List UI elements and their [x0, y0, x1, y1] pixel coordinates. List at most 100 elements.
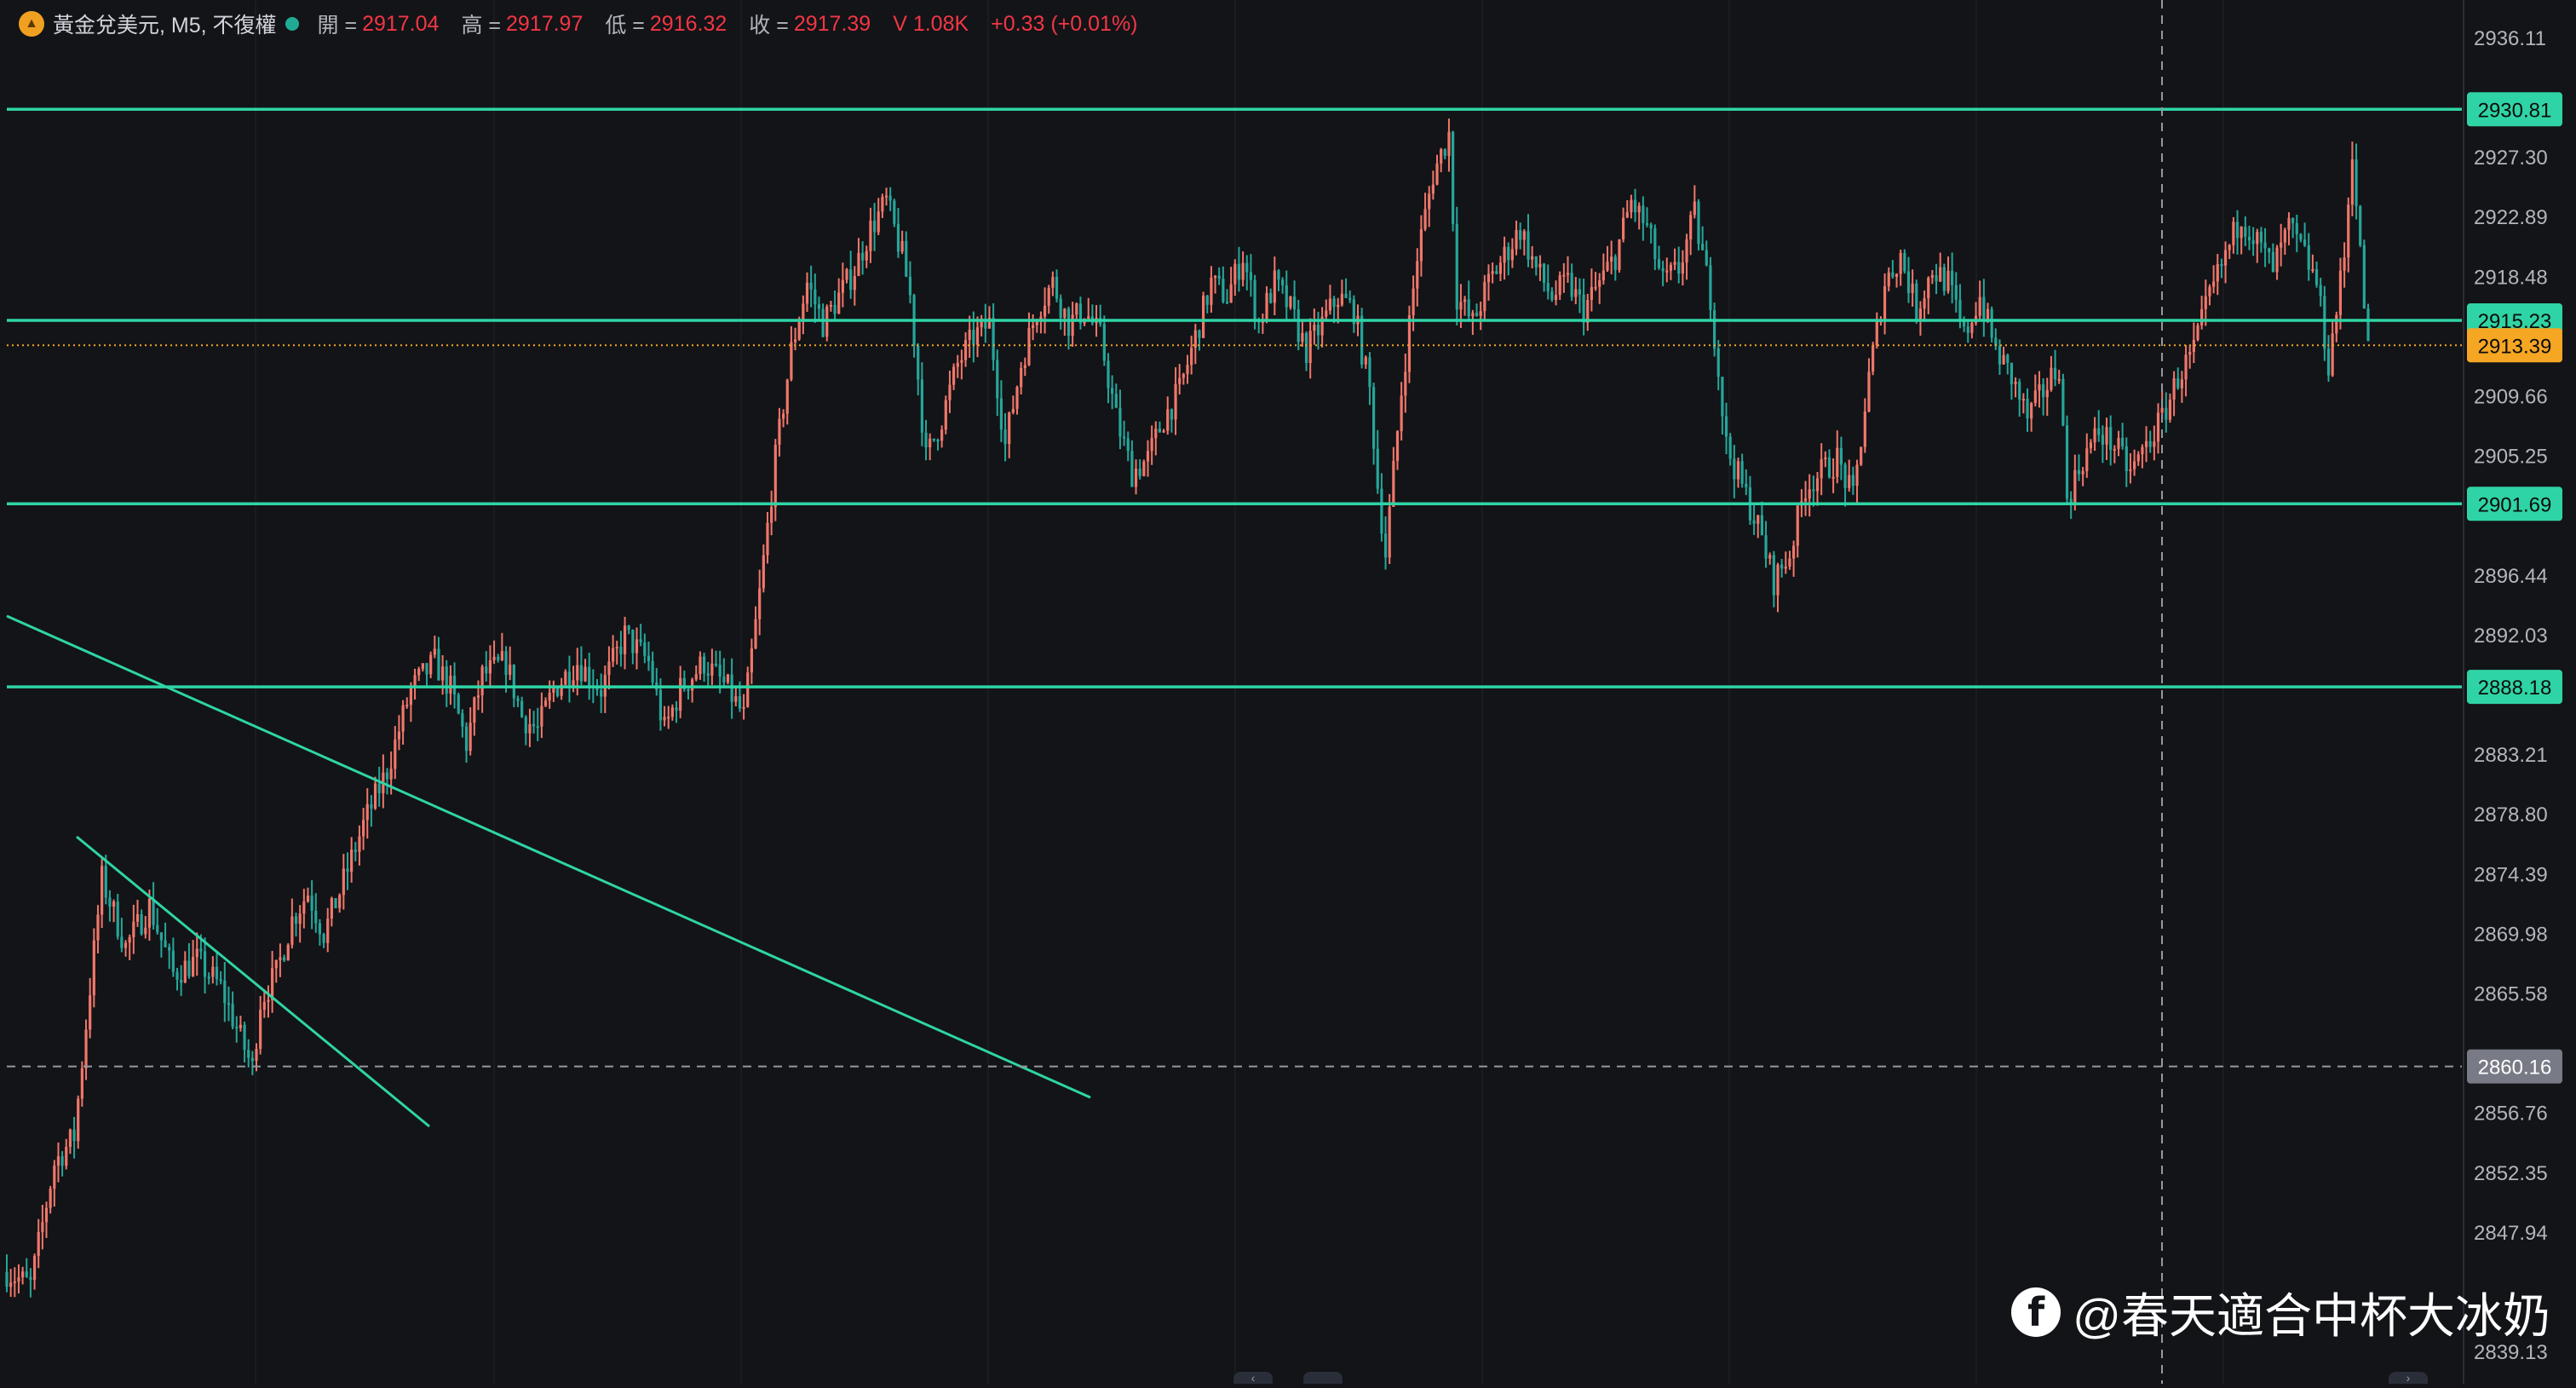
candle-body [1146, 451, 1150, 462]
candle-body [1649, 224, 1653, 229]
candle-body [461, 713, 464, 727]
candle-body [1891, 272, 1895, 277]
candle-body [932, 438, 935, 441]
candle-body [2042, 383, 2045, 397]
candle-body [2208, 286, 2211, 297]
candle-body [1178, 377, 1182, 384]
candle-body [1510, 249, 1514, 261]
candle-body [1554, 295, 1558, 300]
candle-body [1265, 292, 1268, 321]
candle-body [2006, 354, 2010, 363]
candle-body [1721, 377, 1724, 417]
candle-body [643, 642, 647, 656]
candle-body [223, 980, 227, 1004]
candle-body [72, 1129, 76, 1142]
candle-body [2331, 333, 2334, 376]
candle-body [2018, 381, 2021, 400]
candle-body [132, 921, 135, 937]
candle-body [1515, 230, 1518, 250]
candle-body [1768, 555, 1772, 559]
close-label: 收 = [749, 14, 789, 37]
trend-line-short[interactable] [76, 835, 430, 1128]
candle-body [2014, 381, 2017, 384]
candle-body [1836, 447, 1839, 477]
candle-body [1507, 246, 1510, 261]
symbol-name[interactable]: 黃金兌美元, M5, 不復權 [53, 9, 277, 39]
candle-body [785, 379, 789, 414]
candle-body [1558, 275, 1561, 296]
candle-body [1043, 305, 1047, 317]
candle-body [1479, 311, 1482, 316]
candle-body [857, 252, 860, 276]
scroll-left-button[interactable]: ‹ [1233, 1372, 1273, 1384]
candle-body [579, 665, 583, 682]
candle-body [247, 1050, 250, 1058]
level-price-tag: 2930.81 [2478, 99, 2552, 122]
price-chart[interactable]: 2936.11 2927.30 2922.89 2918.48 2909.66 2905.… [0, 0, 2576, 1384]
candle-body [385, 772, 389, 780]
candle-body [1752, 520, 1756, 524]
candle-body [924, 432, 928, 448]
candle-body [1618, 239, 1621, 270]
candle-body [905, 240, 908, 277]
candle-body [1851, 475, 1854, 487]
reset-view-button[interactable] [1303, 1372, 1343, 1384]
candle-body [2295, 222, 2298, 234]
candle-body [706, 673, 710, 676]
candle-body [191, 957, 195, 976]
candle-body [2212, 281, 2216, 287]
candle-body [2117, 437, 2120, 449]
candle-body [865, 251, 868, 261]
candle-body [1304, 332, 1308, 363]
candle-body [207, 976, 210, 979]
candle-body [314, 910, 318, 924]
candle-body [1757, 515, 1760, 524]
candle-body [338, 895, 342, 908]
candle-body [361, 820, 365, 837]
candle-body [2204, 296, 2207, 309]
candle-body [670, 707, 674, 717]
candle-body [718, 665, 722, 677]
candle-body [2156, 412, 2160, 442]
high-label: 高 = [461, 14, 501, 37]
candle-body [2085, 448, 2089, 472]
candle-body [940, 429, 944, 441]
crosshair-price-tag: 2860.16 [2478, 1057, 2552, 1080]
candle-body [1316, 325, 1320, 336]
scroll-right-button[interactable]: › [2389, 1372, 2428, 1384]
candle-body [53, 1165, 56, 1189]
candle-body [1407, 315, 1412, 372]
candle-body [742, 706, 745, 709]
candle-body [2366, 308, 2370, 342]
candle-body [326, 919, 330, 943]
candle-body [1546, 282, 1550, 291]
candle-body [124, 942, 128, 948]
facebook-icon: f [2011, 1287, 2061, 1337]
candle-body [168, 947, 171, 951]
candle-body [1701, 244, 1705, 251]
candle-body [1032, 325, 1035, 329]
candle-body [564, 671, 567, 685]
candle-body [2311, 268, 2314, 271]
candle-body [1198, 330, 1201, 338]
candle-body [1923, 298, 1926, 309]
candle-body [1681, 262, 1684, 274]
open-value: 2917.04 [362, 11, 440, 36]
candle-body [2259, 231, 2263, 243]
candle-body [1332, 298, 1336, 308]
chart-area[interactable]: 2936.11 2927.30 2922.89 2918.48 2909.66 2905.… [0, 0, 2576, 1384]
candle-body [401, 705, 405, 732]
candle-body [1760, 515, 1763, 536]
candle-body [1475, 313, 1479, 316]
candle-body [1051, 276, 1055, 288]
open-label: 開 = [317, 14, 358, 37]
candle-body [1158, 429, 1162, 433]
price-axis-tick-label: 2856.76 [2474, 1103, 2548, 1126]
candle-body [1946, 270, 1950, 291]
candle-body [1566, 273, 1570, 275]
candle-body [1416, 261, 1419, 289]
candle-body [497, 656, 500, 660]
candle-body [710, 663, 714, 676]
candle-body [2188, 351, 2192, 355]
candle-body [849, 269, 853, 291]
